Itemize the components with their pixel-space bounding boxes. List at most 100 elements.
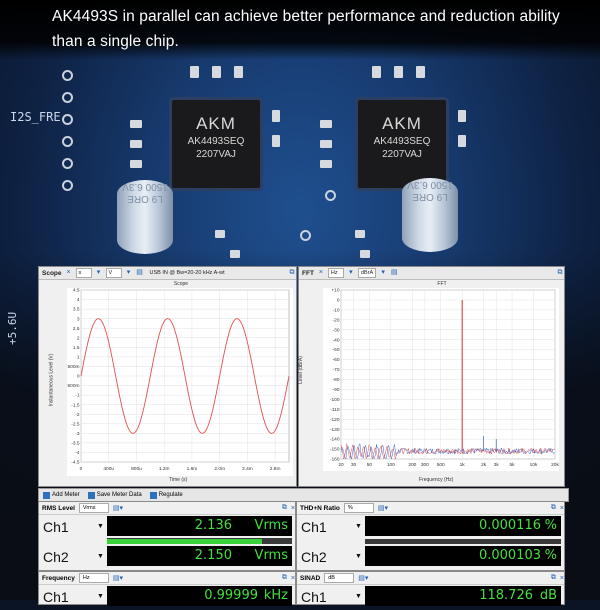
scope-x-tick-label: 2.0m xyxy=(214,466,225,472)
fft-x-tick-label: 10k xyxy=(530,462,538,468)
fft-y-tick-label: +10 xyxy=(331,288,339,294)
channel-label: Ch2 xyxy=(43,549,69,565)
capacitor-right: L9 ORE 1500 6.3V xyxy=(402,178,458,252)
save-meter-data-button[interactable]: Save Meter Data xyxy=(87,491,142,499)
meter-unit: Vrms xyxy=(254,518,288,533)
dac-chip-left: AKM AK4493SEQ 2207VAJ xyxy=(172,100,260,188)
save-icon xyxy=(87,491,95,499)
scope-y-axis-label: Instantaneous Level (V) xyxy=(48,353,55,407)
meter-display: 0.000116 % xyxy=(365,516,561,536)
fft-y-tick-label: -160 xyxy=(330,457,340,463)
meter-unit-select[interactable]: % xyxy=(343,503,374,513)
pcb-label-voltage: +5.6U xyxy=(6,311,19,345)
fft-plot-area xyxy=(340,289,556,460)
popout-icon[interactable]: ⧉ xyxy=(551,504,556,512)
fft-x-tick-label: 500 xyxy=(437,462,445,468)
scope-y-tick-label: 4.5 xyxy=(73,288,80,294)
popout-icon[interactable]: ⧉ xyxy=(551,574,556,582)
channel-label: Ch1 xyxy=(43,589,69,605)
fft-y-tick-label: -130 xyxy=(330,427,340,433)
scope-y-tick-label: -500m xyxy=(67,383,80,389)
scope-x-unit-select[interactable]: s xyxy=(75,268,92,278)
scope-y-tick-label: 2 xyxy=(77,335,80,341)
scope-y-tick-label: 1.5 xyxy=(73,345,80,351)
close-icon[interactable]: × xyxy=(291,505,295,512)
chevron-down-icon[interactable]: ▼ xyxy=(97,523,104,530)
fft-y-tick-label: -80 xyxy=(333,377,340,383)
fft-window: FFT × Hz ▾ dBrA ▾ ▤ ⧉ FFT +10 0 -10 -20 -30 -… xyxy=(298,266,565,487)
scope-y-tick-label: -1.5 xyxy=(71,402,80,408)
settings-icon[interactable]: ▤▾ xyxy=(378,504,388,512)
channel-label: Ch1 xyxy=(301,589,327,605)
fft-y-tick-label: -10 xyxy=(333,307,340,313)
meter-display: 118.726 dB xyxy=(365,586,561,606)
close-icon[interactable]: × xyxy=(560,575,564,582)
scope-x-tick-label: 1.6m xyxy=(187,466,198,472)
chevron-down-icon[interactable]: ▼ xyxy=(355,523,362,530)
scope-x-tick-label: 400u xyxy=(103,466,114,472)
chevron-down-icon[interactable]: ▼ xyxy=(355,593,362,600)
scope-y-tick-label: -2.5 xyxy=(71,421,80,427)
close-icon[interactable]: × xyxy=(317,269,325,277)
scope-x-tick-label: 2.8m xyxy=(270,466,281,472)
scope-plot: 4.5 4 3.5 3 2.5 2 1.5 1 500m 0 -500m -1 -1.5 -2 -2.5 -3… xyxy=(67,288,293,476)
meter-display: 0.000103 % xyxy=(365,546,561,566)
meter-display: 2.150 Vrms xyxy=(107,546,292,566)
fft-x-tick-label: 2k xyxy=(481,462,487,468)
scope-y-tick-label: 500m xyxy=(68,364,80,370)
fft-x-tick-label: 1k xyxy=(460,462,466,468)
popout-icon[interactable]: ⧉ xyxy=(282,574,287,582)
meter-unit: dB xyxy=(539,588,557,603)
fft-x-tick-label: 20k xyxy=(551,462,559,468)
meter-value: 0.000116 xyxy=(478,518,541,533)
scope-y-unit-select[interactable]: V xyxy=(105,268,122,278)
popout-icon[interactable]: ⧉ xyxy=(556,269,564,277)
scope-x-axis-label: Time (s) xyxy=(169,477,188,483)
scope-title: Scope xyxy=(42,269,62,277)
meter-title: THD+N Ratio xyxy=(300,504,340,512)
chevron-down-icon[interactable]: ▼ xyxy=(97,553,104,560)
settings-icon[interactable]: ▤▾ xyxy=(358,574,368,582)
graph-settings-icon[interactable]: ▤ xyxy=(390,269,398,277)
settings-icon[interactable]: ▤▾ xyxy=(113,504,123,512)
fft-x-tick-label: 200 xyxy=(408,462,416,468)
meter-unit-select[interactable]: dB xyxy=(324,573,355,583)
dac-chip-right: AKM AK4493SEQ 2207VAJ xyxy=(358,100,446,188)
meter-unit-select[interactable]: Vrms xyxy=(78,503,109,513)
scope-toolbar: Scope × s ▾ V ▾ ▤ USB IN @ Bw=20-20 kHz … xyxy=(39,267,296,280)
regulate-button[interactable]: Regulate xyxy=(149,491,183,499)
chevron-down-icon[interactable]: ▾ xyxy=(95,269,103,277)
chevron-down-icon[interactable]: ▼ xyxy=(355,553,362,560)
chevron-down-icon[interactable]: ▼ xyxy=(97,593,104,600)
close-icon[interactable]: × xyxy=(65,269,73,277)
headline: AK4493S in parallel can achieve better p… xyxy=(52,4,572,54)
graph-settings-icon[interactable]: ▤ xyxy=(136,269,144,277)
fft-x-tick-label: 20 xyxy=(338,462,344,468)
settings-icon[interactable]: ▤▾ xyxy=(113,574,123,582)
fft-y-unit-select[interactable]: dBrA xyxy=(357,268,377,278)
scope-y-tick-label: 3 xyxy=(77,316,80,322)
fft-y-tick-label: -30 xyxy=(333,327,340,333)
chevron-down-icon[interactable]: ▾ xyxy=(125,269,133,277)
popout-icon[interactable]: ⧉ xyxy=(282,504,287,512)
add-meter-button[interactable]: Add Meter xyxy=(43,491,80,499)
channel-label: Ch2 xyxy=(301,549,327,565)
meter-unit-select[interactable]: Hz xyxy=(78,573,109,583)
capacitor-left: L9 ORE 1500 6.3V xyxy=(117,180,173,254)
chevron-down-icon[interactable]: ▾ xyxy=(347,269,355,277)
scope-y-tick-label: 0 xyxy=(77,374,80,380)
chevron-down-icon[interactable]: ▾ xyxy=(379,269,387,277)
fft-x-unit-select[interactable]: Hz xyxy=(327,268,344,278)
fft-x-tick-label: 100 xyxy=(387,462,395,468)
meter-title: SINAD xyxy=(300,574,321,582)
meter-value: 0.000103 xyxy=(478,548,541,563)
close-icon[interactable]: × xyxy=(291,575,295,582)
scope-y-tick-label: 2.5 xyxy=(73,326,80,332)
close-icon[interactable]: × xyxy=(560,505,564,512)
scope-x-tick-label: 800u xyxy=(131,466,142,472)
meter-unit: % xyxy=(544,518,557,533)
fft-title: FFT xyxy=(302,269,314,277)
scope-y-tick-label: -4 xyxy=(75,450,80,456)
popout-icon[interactable]: ⧉ xyxy=(288,269,296,277)
fft-y-tick-label: -120 xyxy=(330,417,340,423)
